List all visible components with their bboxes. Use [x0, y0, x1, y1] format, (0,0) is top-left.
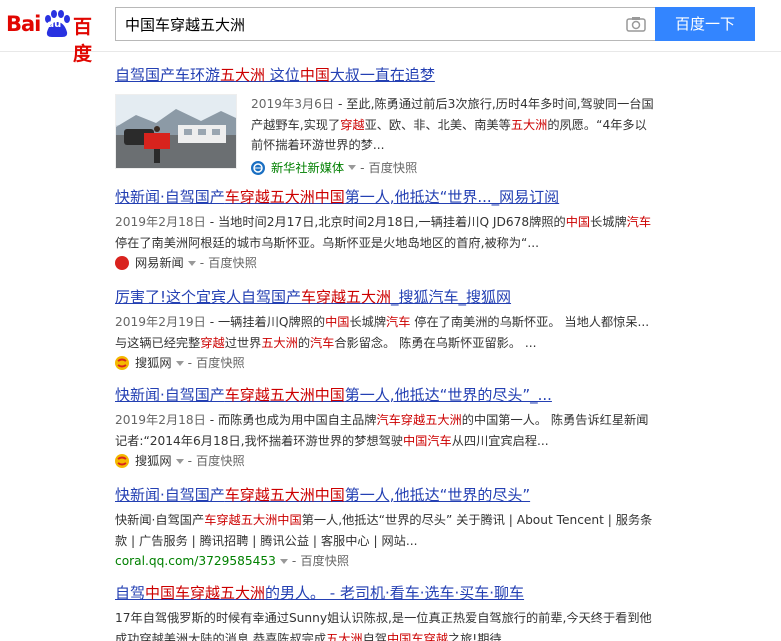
- result-item: 快新闻·自驾国产车穿越五大洲中国第一人,他抵达“世界的尽头”_... 2019年…: [115, 384, 655, 471]
- chevron-down-icon[interactable]: [187, 260, 196, 266]
- cache-link[interactable]: 百度快照: [300, 551, 349, 571]
- result-item: 快新闻·自驾国产车穿越五大洲中国第一人,他抵达“世界的尽头” 快新闻·自驾国产车…: [115, 484, 655, 571]
- result-abstract: 2019年2月18日 - 而陈勇也成为用中国自主品牌汽车穿越五大洲的中国第一人。…: [115, 413, 649, 448]
- result-thumbnail[interactable]: [115, 94, 237, 169]
- result-title[interactable]: 厉害了!这个宜宾人自驾国产车穿越五大洲_搜狐汽车_搜狐网: [115, 286, 655, 308]
- source-name[interactable]: 网易新闻: [135, 253, 184, 273]
- result-date: 2019年3月6日: [251, 97, 335, 111]
- search-button[interactable]: 百度一下: [655, 7, 755, 41]
- netease-icon: [115, 256, 129, 270]
- cache-link[interactable]: 百度快照: [208, 253, 257, 273]
- logo-bai: Bai: [6, 12, 41, 36]
- result-source: 搜狐网 - 百度快照: [115, 353, 655, 373]
- result-title[interactable]: 快新闻·自驾国产车穿越五大洲中国第一人,他抵达“世界的尽头”_...: [115, 384, 655, 406]
- source-name[interactable]: 搜狐网: [135, 451, 172, 471]
- chevron-down-icon[interactable]: [279, 558, 288, 564]
- result-item: 厉害了!这个宜宾人自驾国产车穿越五大洲_搜狐汽车_搜狐网 2019年2月19日 …: [115, 286, 655, 373]
- search-box: [115, 7, 655, 41]
- logo-baidu-cn: 百度: [73, 16, 93, 65]
- result-title[interactable]: 快新闻·自驾国产车穿越五大洲中国第一人,他抵达“世界的尽头”: [115, 484, 655, 506]
- result-item: 自驾中国车穿越五大洲的男人。 - 老司机·看车·选车·买车·聊车 17年自驾俄罗…: [115, 582, 655, 641]
- result-source: 新华社新媒体 - 百度快照: [251, 158, 655, 178]
- camera-icon[interactable]: [626, 16, 646, 32]
- result-source: 搜狐网 - 百度快照: [115, 451, 655, 471]
- chevron-down-icon[interactable]: [175, 458, 184, 464]
- result-item: 快新闻·自驾国产车穿越五大洲中国第一人,他抵达“世界..._网易订阅 2019年…: [115, 186, 655, 273]
- cache-link[interactable]: 百度快照: [369, 158, 418, 178]
- baidu-logo[interactable]: Bai du 百度: [6, 8, 106, 65]
- result-date: 2019年2月19日: [115, 315, 206, 329]
- cache-link[interactable]: 百度快照: [196, 353, 245, 373]
- result-title[interactable]: 自驾中国车穿越五大洲的男人。 - 老司机·看车·选车·买车·聊车: [115, 582, 655, 604]
- result-abstract: 2019年3月6日 - 至此,陈勇通过前后3次旅行,历时4年多时间,驾驶同一台国…: [251, 97, 654, 152]
- result-title[interactable]: 自驾国产车环游五大洲 这位中国大叔一直在追梦: [115, 64, 655, 86]
- result-abstract: 2019年2月19日 - 一辆挂着川Q牌照的中国长城牌汽车 停在了南美洲的乌斯怀…: [115, 315, 650, 350]
- result-body: 2019年3月6日 - 至此,陈勇通过前后3次旅行,历时4年多时间,驾驶同一台国…: [251, 94, 655, 178]
- sohu-icon: [115, 454, 129, 468]
- result-source: 网易新闻 - 百度快照: [115, 253, 655, 273]
- result-abstract: 2019年2月18日 - 当地时间2月17日,北京时间2月18日,一辆挂着川Q …: [115, 215, 652, 250]
- chevron-down-icon[interactable]: [175, 360, 184, 366]
- source-name[interactable]: 新华社新媒体: [271, 158, 344, 178]
- result-abstract: 快新闻·自驾国产车穿越五大洲中国第一人,他抵达“世界的尽头” 关于腾讯 | Ab…: [115, 513, 653, 548]
- result-item: 自驾国产车环游五大洲 这位中国大叔一直在追梦 2019年3月6日 - 至此,陈勇…: [115, 64, 655, 175]
- result-abstract: 17年自驾俄罗斯的时候有幸通过Sunny姐认识陈叔,是一位真正热爱自驾旅行的前辈…: [115, 611, 652, 641]
- result-source: coral.qq.com/3729585453 - 百度快照: [115, 551, 655, 571]
- result-date: 2019年2月18日: [115, 215, 206, 229]
- cache-link[interactable]: 百度快照: [196, 451, 245, 471]
- xinhua-icon: [251, 160, 265, 175]
- result-date: 2019年2月18日: [115, 413, 206, 427]
- chevron-down-icon[interactable]: [348, 165, 357, 170]
- header: Bai du 百度 百度一下: [0, 0, 781, 65]
- search-input[interactable]: [116, 8, 616, 40]
- sohu-icon: [115, 356, 129, 370]
- source-name[interactable]: 搜狐网: [135, 353, 172, 373]
- result-title[interactable]: 快新闻·自驾国产车穿越五大洲中国第一人,他抵达“世界..._网易订阅: [115, 186, 655, 208]
- result-url[interactable]: coral.qq.com/3729585453: [115, 551, 276, 571]
- logo-du: du: [47, 19, 62, 30]
